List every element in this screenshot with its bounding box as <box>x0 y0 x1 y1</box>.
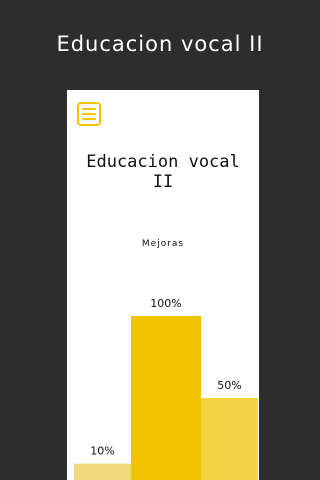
bar-chart: 10% 100% 50% <box>74 297 258 480</box>
chart-bar <box>131 316 201 480</box>
card-title-line-1: Educacion vocal <box>86 152 240 172</box>
chart-bar <box>74 463 131 480</box>
chart-bar <box>201 398 258 480</box>
bar-value-label: 10% <box>90 445 114 458</box>
bar-value-label: 50% <box>217 379 241 392</box>
menu-line <box>82 108 96 110</box>
card-title-line-2: II <box>152 172 174 192</box>
card-title: Educacion vocal II <box>67 152 259 192</box>
menu-line <box>82 118 96 120</box>
hamburger-menu-icon[interactable] <box>77 102 101 126</box>
section-label: Mejoras <box>141 239 185 249</box>
content-card: Educacion vocal II Mejoras 10% 100% 50% <box>67 90 259 480</box>
menu-line <box>82 113 96 115</box>
bar-value-label: 100% <box>150 297 181 310</box>
app-header-title: Educacion vocal II <box>56 32 264 56</box>
